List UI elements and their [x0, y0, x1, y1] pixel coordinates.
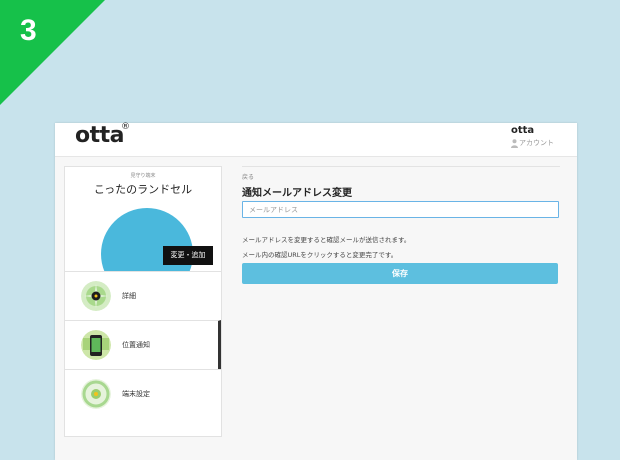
- change-device-button[interactable]: 変更・追加: [163, 246, 213, 265]
- logo[interactable]: otta: [75, 123, 125, 148]
- sidebar: 見守り端末 こったのランドセル 変更・追加 詳細 位置通知 端末設定: [64, 166, 222, 437]
- sidebar-item-details[interactable]: 詳細: [65, 271, 221, 320]
- sidebar-item-location[interactable]: 位置通知: [65, 320, 221, 369]
- phone-icon: [81, 330, 111, 360]
- email-field[interactable]: [242, 201, 559, 218]
- sidebar-item-label: 位置通知: [122, 341, 150, 349]
- details-icon: [81, 281, 111, 311]
- person-icon: [511, 139, 518, 148]
- app-window: otta ® otta アカウント 見守り端末 こったのランドセル 変更・追加: [55, 122, 577, 460]
- registered-mark: ®: [121, 122, 130, 132]
- step-badge: [0, 0, 105, 105]
- user-name[interactable]: otta: [511, 125, 534, 136]
- sidebar-item-label: 端末設定: [122, 390, 150, 398]
- back-link[interactable]: 戻る: [242, 172, 254, 181]
- step-number: 3: [20, 14, 37, 47]
- settings-icon: [81, 379, 111, 409]
- save-button[interactable]: 保存: [242, 263, 558, 284]
- page-title: 通知メールアドレス変更: [242, 188, 352, 199]
- info-text: メールアドレスを変更すると確認メールが送信されます。: [242, 236, 411, 244]
- account-label: アカウント: [519, 139, 554, 147]
- sidebar-item-device-settings[interactable]: 端末設定: [65, 369, 221, 418]
- device-caption: 見守り端末: [130, 173, 156, 179]
- info-text-2: メール内の確認URLをクリックすると変更完了です。: [242, 251, 398, 259]
- divider: [242, 166, 560, 167]
- device-name: こったのランドセル: [93, 183, 193, 196]
- sidebar-item-label: 詳細: [122, 292, 136, 300]
- top-bar: otta ® otta アカウント: [55, 122, 577, 157]
